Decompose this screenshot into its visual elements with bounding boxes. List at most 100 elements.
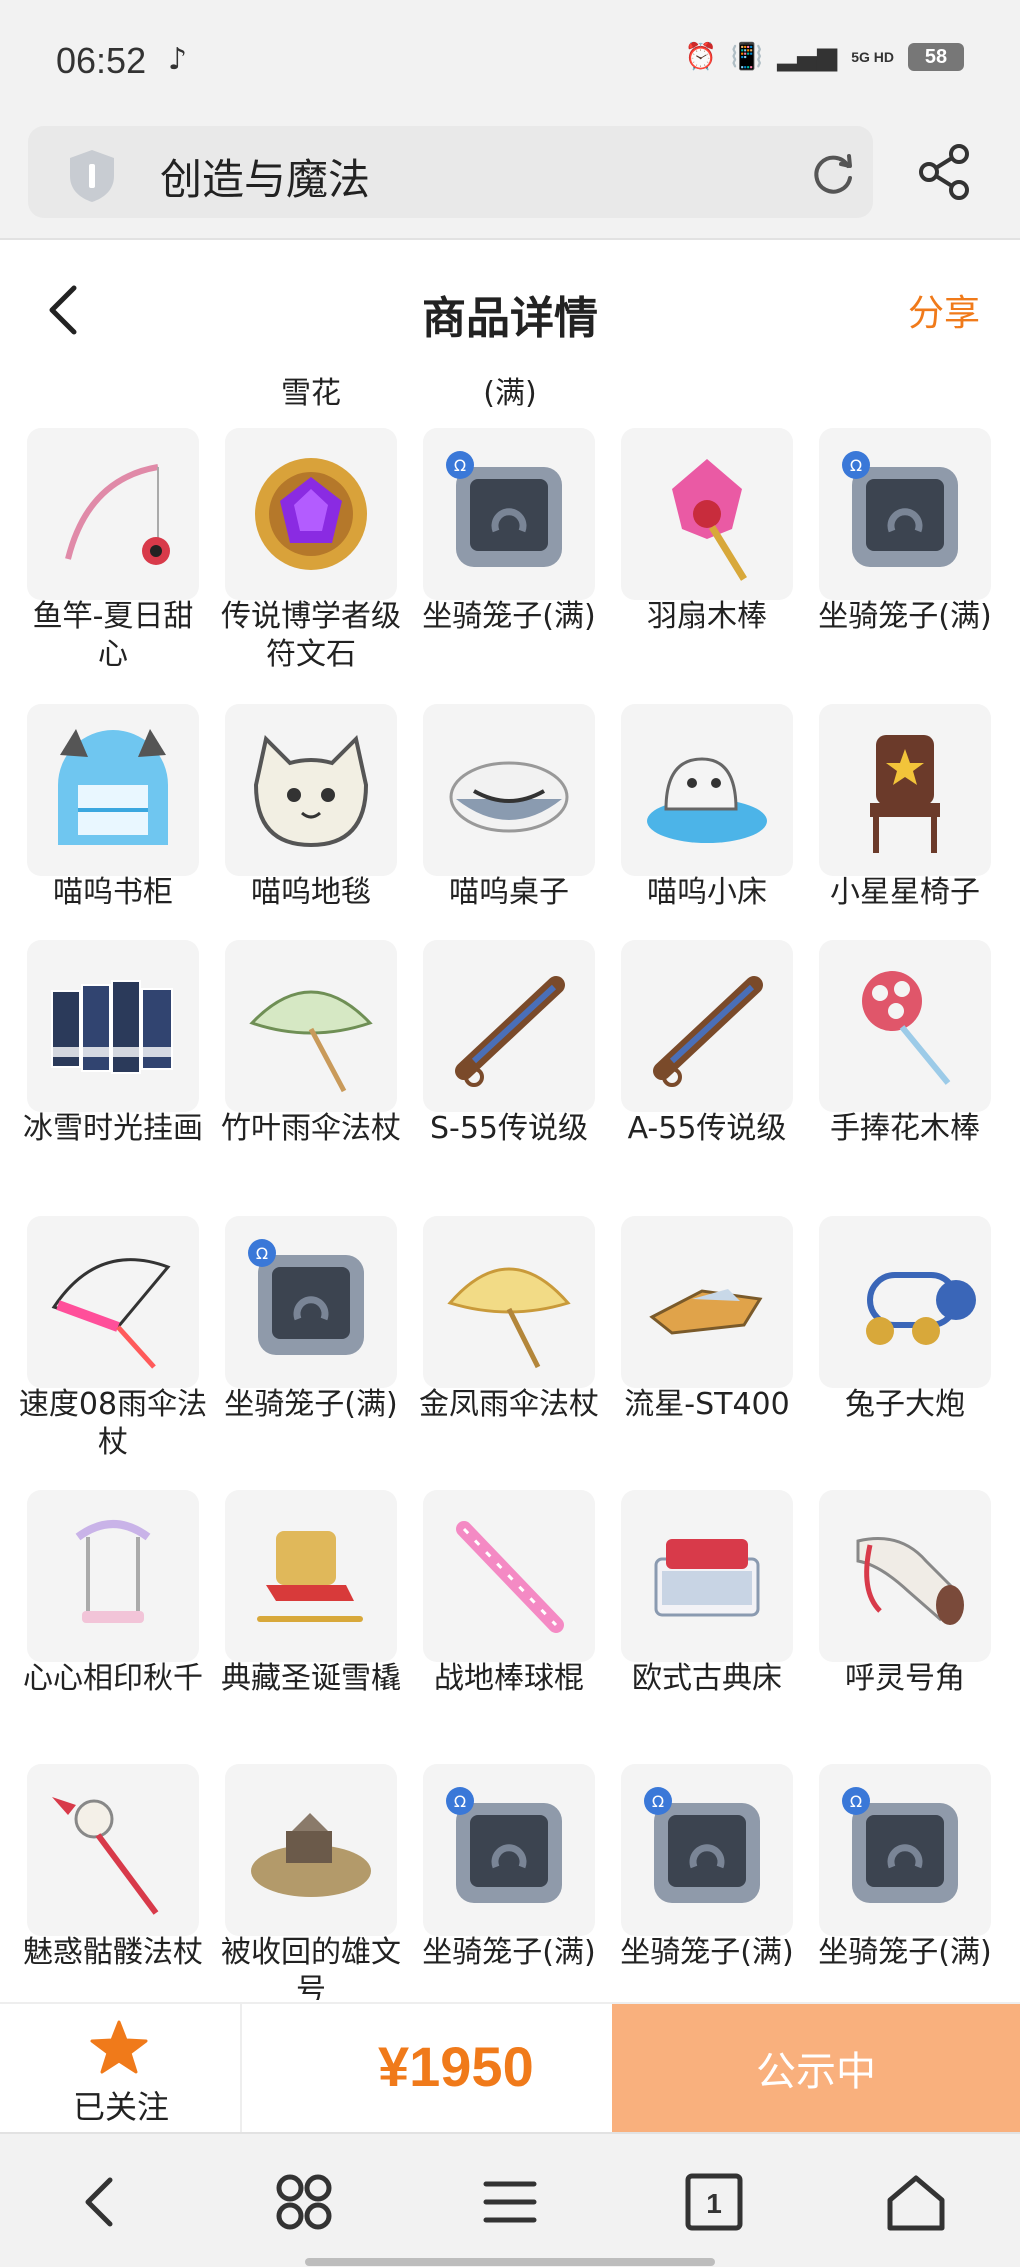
cat-bed-icon (647, 757, 767, 843)
bouquet-staff-icon (862, 971, 951, 1085)
svg-text:Ω: Ω (256, 1244, 268, 1263)
item-thumbnail[interactable] (621, 1490, 793, 1662)
item-name: 喵呜小床 (647, 875, 767, 910)
status-icons: ⏰ 📳 ▂▄▆ 5G HD 58 (684, 42, 964, 72)
item-name: 冰雪时光挂画 (23, 1111, 203, 1146)
address-text: 创造与魔法 (160, 155, 371, 204)
item-thumbnail[interactable] (27, 1216, 199, 1388)
status-bar: 06:52 ♪ ⏰ 📳 ▂▄▆ 5G HD 58 (0, 0, 1020, 120)
item-thumbnail[interactable] (27, 428, 199, 600)
item-thumbnail[interactable]: Ω (225, 1216, 397, 1388)
item-name: 坐骑笼子(满) (224, 1387, 398, 1422)
item-thumbnail[interactable] (225, 1764, 397, 1936)
item-name: 被收回的雄文号 (221, 1935, 401, 2000)
item-thumbnail[interactable] (819, 940, 991, 1112)
item-name: 喵呜书柜 (53, 875, 173, 910)
item-thumbnail[interactable] (621, 428, 793, 600)
item-name: 流星-ST400 (624, 1387, 790, 1422)
status-time: 06:52 (56, 40, 147, 81)
item-thumbnail[interactable]: Ω (819, 1764, 991, 1936)
home-indicator[interactable] (305, 2258, 715, 2266)
item-name: 小星星椅子 (830, 875, 980, 910)
cat-bookshelf-icon (58, 729, 168, 845)
share-link[interactable]: 分享 (908, 284, 980, 336)
snow-painting-icon (51, 980, 173, 1074)
item-name: 坐骑笼子(满) (818, 599, 992, 634)
tabs-count: 1 (706, 2188, 722, 2219)
item-name: 魅惑骷髅法杖 (23, 1935, 203, 1970)
item-thumbnail[interactable] (423, 704, 595, 876)
item-thumbnail[interactable] (27, 1764, 199, 1936)
svg-text:Ω: Ω (652, 1792, 664, 1811)
item-name: 战地棒球棍 (434, 1661, 584, 1696)
item-name: 欧式古典床 (632, 1661, 782, 1696)
item-thumbnail[interactable] (225, 428, 397, 600)
feather-fan-staff-icon (672, 459, 747, 581)
signal-icon: ▂▄▆ (777, 42, 838, 72)
item-thumbnail[interactable] (225, 704, 397, 876)
item-thumbnail[interactable] (819, 704, 991, 876)
item-thumbnail[interactable] (27, 940, 199, 1112)
item-name: 兔子大炮 (845, 1387, 965, 1422)
item-name: 坐骑笼子(满) (818, 1935, 992, 1970)
item-name: 喵呜桌子 (449, 875, 569, 910)
item-name: 典藏圣诞雪橇 (221, 1661, 401, 1696)
share-icon[interactable] (915, 142, 975, 202)
home-icon[interactable] (884, 2170, 948, 2234)
alarm-icon: ⏰ (684, 42, 717, 72)
horn-icon (856, 1537, 964, 1625)
vibrate-icon: 📳 (730, 42, 764, 72)
item-thumbnail[interactable] (621, 704, 793, 876)
item-thumbnail[interactable] (423, 940, 595, 1112)
item-thumbnail[interactable] (819, 1216, 991, 1388)
mount-cage-icon: Ω (446, 451, 562, 567)
christmas-sleigh-icon (257, 1531, 363, 1622)
hover-vehicle-icon (649, 1289, 763, 1335)
item-thumbnail[interactable]: Ω (423, 1764, 595, 1936)
purchase-bar: 已关注 ¥1950 公示中 (0, 2002, 1020, 2132)
item-name: 鱼竿-夏日甜心 (32, 599, 194, 672)
item-name: 呼灵号角 (845, 1661, 965, 1696)
address-bar[interactable]: 创造与魔法 (28, 126, 873, 218)
wrecked-ship-icon (251, 1813, 371, 1897)
public-notice-button[interactable]: 公示中 (612, 2004, 1020, 2132)
svg-text:Ω: Ω (454, 456, 466, 475)
svg-text:Ω: Ω (850, 456, 862, 475)
fishing-rod-icon (65, 464, 170, 565)
follow-button[interactable]: 已关注 (0, 2004, 242, 2132)
item-thumbnail[interactable] (423, 1490, 595, 1662)
back-icon[interactable] (70, 2170, 134, 2234)
menu-icon[interactable] (478, 2170, 542, 2234)
rune-stone-icon (255, 458, 367, 570)
page-header: 商品详情 分享 (0, 242, 1020, 372)
apps-icon[interactable] (272, 2170, 336, 2234)
mount-cage-icon: Ω (644, 1787, 760, 1903)
item-name: 喵呜地毯 (251, 875, 371, 910)
item-thumbnail[interactable] (621, 940, 793, 1112)
partial-item-label: 雪花 (281, 376, 341, 411)
battery-icon: 58 (908, 43, 964, 71)
item-thumbnail[interactable] (225, 940, 397, 1112)
item-thumbnail[interactable]: Ω (621, 1764, 793, 1936)
refresh-icon[interactable] (808, 148, 858, 198)
network-label: 5G HD (851, 49, 894, 65)
item-thumbnail[interactable] (27, 704, 199, 876)
item-thumbnail[interactable]: Ω (819, 428, 991, 600)
partial-item-label: (满) (483, 376, 537, 411)
item-grid: 鱼竿-夏日甜心 传说博学者级符文石 Ω 坐骑笼子(满) 羽扇木棒 Ω 坐骑笼子(满) 喵呜书柜… (0, 428, 1020, 2000)
mount-cage-icon: Ω (248, 1239, 364, 1355)
item-name: 传说博学者级符文石 (221, 599, 401, 672)
item-thumbnail[interactable] (27, 1490, 199, 1662)
item-name: 金凤雨伞法杖 (419, 1387, 599, 1422)
item-thumbnail[interactable] (225, 1490, 397, 1662)
item-thumbnail[interactable]: Ω (423, 428, 595, 600)
item-thumbnail[interactable] (621, 1216, 793, 1388)
mount-cage-icon: Ω (446, 1787, 562, 1903)
golden-umbrella-icon (447, 1267, 571, 1369)
item-name: 羽扇木棒 (647, 599, 767, 634)
item-thumbnail[interactable] (819, 1490, 991, 1662)
item-name: 坐骑笼子(满) (422, 1935, 596, 1970)
cat-rug-icon (253, 734, 369, 848)
item-thumbnail[interactable] (423, 1216, 595, 1388)
tabs-icon[interactable]: 1 (682, 2170, 746, 2234)
